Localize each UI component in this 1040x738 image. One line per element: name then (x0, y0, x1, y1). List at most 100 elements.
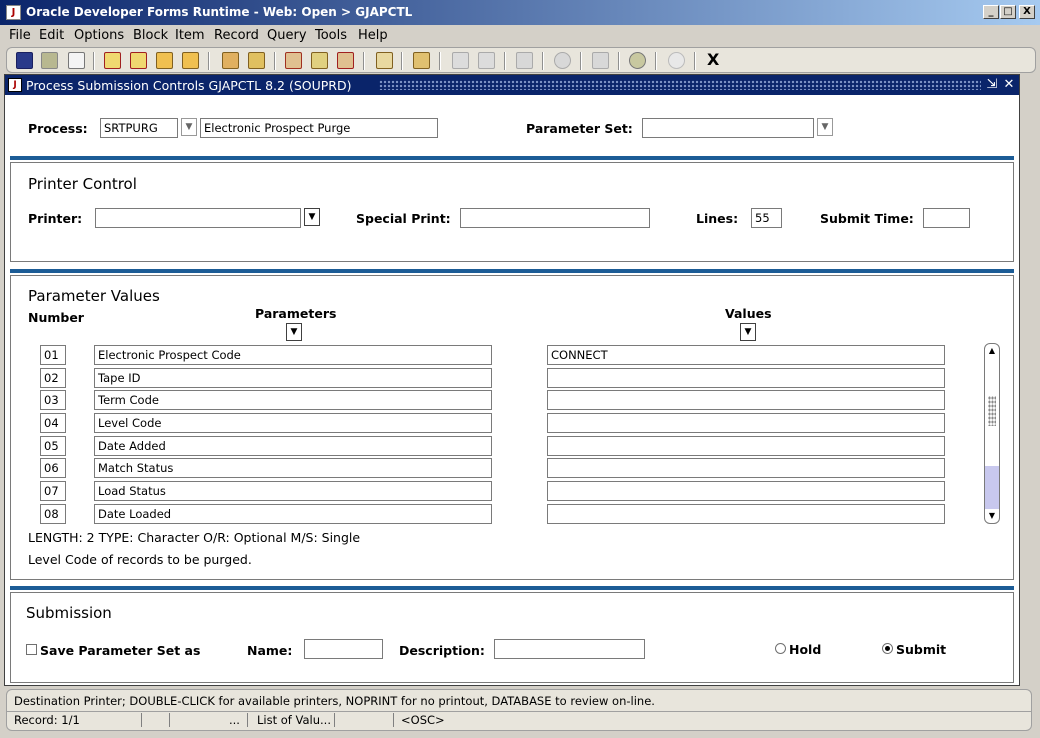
scroll-thumb[interactable] (985, 466, 999, 509)
parameter-set-field[interactable] (642, 118, 814, 138)
process-code-field[interactable]: SRTPURG (100, 118, 178, 138)
row-number[interactable]: 02 (40, 368, 66, 388)
title-pattern (379, 80, 981, 90)
lightbulb-icon (668, 52, 685, 69)
row-value[interactable]: CONNECT (547, 345, 945, 365)
print-page-icon[interactable] (68, 52, 85, 69)
row-value[interactable] (547, 390, 945, 410)
row-value[interactable] (547, 458, 945, 478)
rollback-icon[interactable] (41, 52, 58, 69)
row-parameter[interactable]: Tape ID (94, 368, 492, 388)
clear-form-icon[interactable] (376, 52, 393, 69)
parameters-lookup-button[interactable]: ▼ (286, 323, 302, 341)
parameter-scrollbar[interactable]: ▲ ▼ (984, 343, 1000, 524)
status-message: Destination Printer; DOUBLE-CLICK for av… (14, 694, 655, 708)
toolbar-separator (401, 52, 403, 70)
next-block-icon[interactable] (130, 52, 147, 69)
submit-radio[interactable] (882, 643, 893, 654)
menu-item[interactable]: Item (175, 28, 205, 43)
menu-tools[interactable]: Tools (315, 28, 347, 43)
remove-record-icon[interactable] (248, 52, 265, 69)
enter-query-icon[interactable] (285, 52, 302, 69)
printer-field[interactable] (95, 208, 301, 228)
menu-options[interactable]: Options (74, 28, 124, 43)
submit-time-field[interactable] (923, 208, 970, 228)
scroll-up-icon[interactable]: ▲ (986, 345, 998, 357)
form-close-icon[interactable]: ✕ (1002, 77, 1016, 93)
row-number[interactable]: 08 (40, 504, 66, 524)
menu-block[interactable]: Block (133, 28, 168, 43)
hold-radio[interactable] (775, 643, 786, 654)
save-parameter-set-checkbox[interactable] (26, 644, 37, 655)
list-of-values-indicator: List of Valu... (257, 713, 331, 727)
row-parameter[interactable]: Match Status (94, 458, 492, 478)
row-value[interactable] (547, 504, 945, 524)
window-title-bar: J Oracle Developer Forms Runtime - Web: … (0, 0, 1040, 25)
parameter-set-lookup-button[interactable]: ▼ (817, 118, 833, 136)
scroll-down-icon[interactable]: ▼ (986, 510, 998, 522)
lines-field[interactable]: 55 (751, 208, 782, 228)
menu-query[interactable]: Query (267, 28, 307, 43)
values-lookup-button[interactable]: ▼ (740, 323, 756, 341)
exit-button[interactable]: X (707, 50, 719, 69)
execute-query-icon[interactable] (311, 52, 328, 69)
menu-help[interactable]: Help (358, 28, 388, 43)
print-icon[interactable] (413, 52, 430, 69)
parameter-set-label: Parameter Set: (526, 121, 633, 136)
minimize-button[interactable]: _ (983, 5, 999, 19)
save-icon[interactable] (16, 52, 33, 69)
close-window-button[interactable]: X (1019, 5, 1035, 19)
next-record-icon[interactable] (182, 52, 199, 69)
toolbar-separator (504, 52, 506, 70)
printer-control-title: Printer Control (28, 175, 137, 193)
row-number[interactable]: 05 (40, 436, 66, 456)
insert-record-icon[interactable] (222, 52, 239, 69)
row-value[interactable] (547, 481, 945, 501)
name-label: Name: (247, 643, 293, 658)
row-number[interactable]: 04 (40, 413, 66, 433)
previous-block-icon[interactable] (104, 52, 121, 69)
process-label: Process: (28, 121, 88, 136)
parameter-info-line: LENGTH: 2 TYPE: Character O/R: Optional … (28, 530, 361, 545)
menu-file[interactable]: File (9, 28, 31, 43)
special-print-field[interactable] (460, 208, 650, 228)
toolbar-separator (618, 52, 620, 70)
search-icon (452, 52, 469, 69)
row-parameter[interactable]: Electronic Prospect Code (94, 345, 492, 365)
description-field[interactable] (494, 639, 645, 659)
row-parameter[interactable]: Level Code (94, 413, 492, 433)
row-parameter[interactable]: Load Status (94, 481, 492, 501)
toolbar-separator (208, 52, 210, 70)
submit-label: Submit (896, 642, 947, 657)
row-value[interactable] (547, 368, 945, 388)
add-icon (478, 52, 495, 69)
row-number[interactable]: 06 (40, 458, 66, 478)
status-divider (7, 711, 1031, 712)
menu-record[interactable]: Record (214, 28, 259, 43)
cancel-query-icon[interactable] (337, 52, 354, 69)
hold-label: Hold (789, 642, 822, 657)
row-number[interactable]: 07 (40, 481, 66, 501)
row-number[interactable]: 03 (40, 390, 66, 410)
printer-lookup-button[interactable]: ▼ (304, 208, 320, 226)
maximize-button[interactable]: □ (1000, 5, 1016, 19)
previous-record-icon[interactable] (156, 52, 173, 69)
toolbar-separator (274, 52, 276, 70)
menu-edit[interactable]: Edit (39, 28, 64, 43)
row-parameter[interactable]: Term Code (94, 390, 492, 410)
form-minimize-icon[interactable]: ⇲ (985, 77, 999, 93)
process-lookup-button[interactable]: ▼ (181, 118, 197, 136)
status-separator (334, 713, 335, 727)
row-parameter[interactable]: Date Added (94, 436, 492, 456)
toolbar-separator (694, 52, 696, 70)
row-value[interactable] (547, 413, 945, 433)
values-column-header: Values (725, 306, 772, 321)
status-ellipsis: ... (229, 713, 240, 727)
help-icon[interactable] (629, 52, 646, 69)
row-number[interactable]: 01 (40, 345, 66, 365)
row-value[interactable] (547, 436, 945, 456)
name-field[interactable] (304, 639, 383, 659)
process-description-field[interactable]: Electronic Prospect Purge (200, 118, 438, 138)
section-divider (10, 269, 1014, 273)
row-parameter[interactable]: Date Loaded (94, 504, 492, 524)
